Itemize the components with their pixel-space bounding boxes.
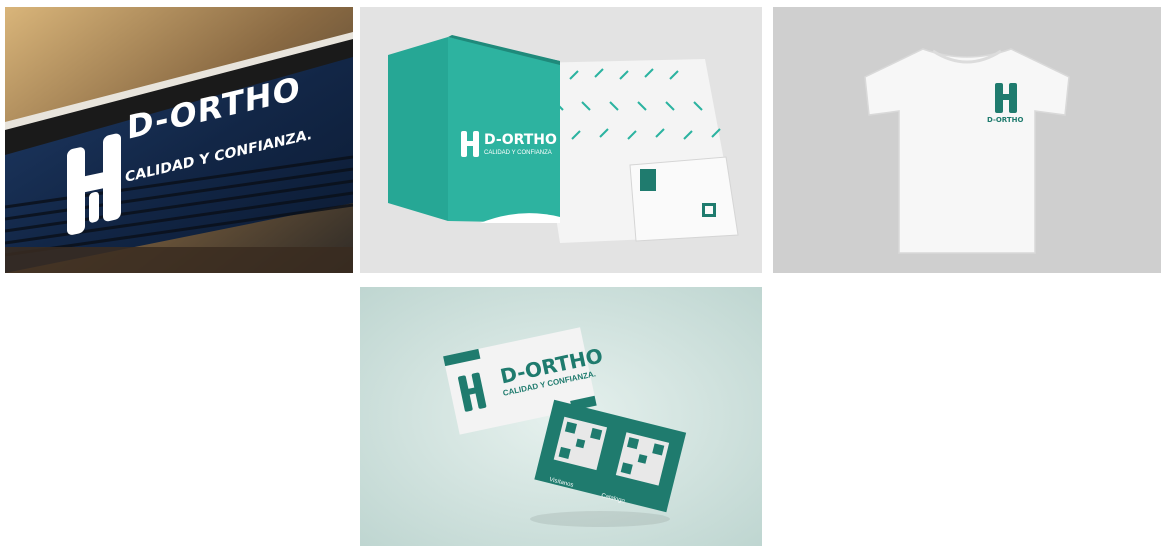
folder-tagline: CALIDAD Y CONFIANZA [484, 150, 552, 156]
folder-brand-name: D-ORTHO [484, 132, 557, 148]
storefront-sign-mockup: D-ORTHO CALIDAD Y CONFIANZA. [5, 7, 353, 273]
business-card-mockup: D-ORTHO CALIDAD Y CONFIANZA. Visítanos C… [360, 287, 762, 546]
tshirt-mockup: D-ORTHO [773, 7, 1161, 273]
folder-mockup: D-ORTHO CALIDAD Y CONFIANZA [360, 7, 762, 273]
tshirt-brand-name: D-ORTHO [987, 116, 1024, 124]
